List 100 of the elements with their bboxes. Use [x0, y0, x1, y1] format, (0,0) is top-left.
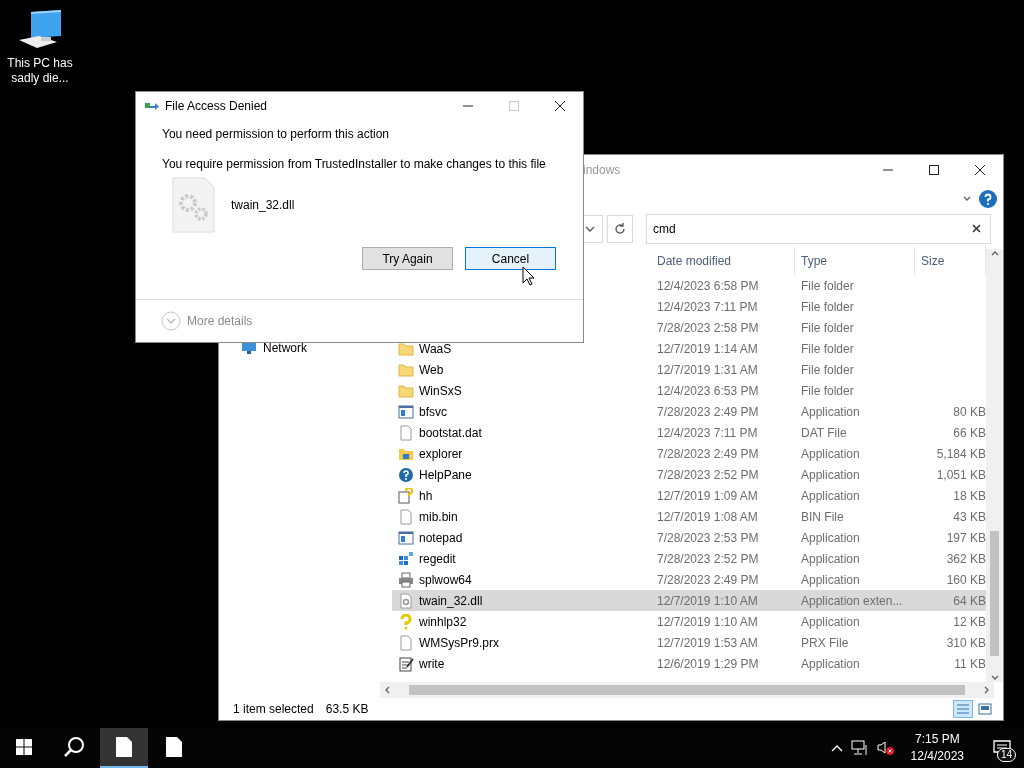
network-icon[interactable] [850, 740, 869, 756]
file-type: Application [800, 614, 861, 629]
date-modified: 12/4/2023 7:11 PM [656, 299, 759, 314]
date-modified: 12/7/2019 1:08 AM [656, 509, 759, 524]
file-type: PRX File [800, 635, 850, 650]
file-size: 160 KB [945, 572, 986, 587]
windows-icon[interactable] [16, 739, 32, 755]
file-row[interactable]: hh 12/7/2019 1:09 AM Application 18 KB [392, 485, 986, 506]
chevron-down-icon[interactable] [585, 226, 595, 232]
file-type: File folder [800, 341, 855, 356]
file-row[interactable]: WaaS 12/7/2019 1:14 AM File folder [392, 338, 986, 359]
file-name: Web [419, 362, 444, 377]
close-icon[interactable] [555, 101, 565, 111]
dialog-title: File Access Denied [165, 99, 268, 113]
file-type: Application [800, 572, 861, 587]
folder-icon [398, 361, 414, 378]
dialog-message: You require permission from TrustedInstaller to make changes to this file [162, 157, 547, 171]
vertical-scrollbar[interactable] [986, 249, 1003, 682]
file-type: Application [800, 467, 861, 482]
folder-icon [398, 382, 414, 399]
selection-count: 1 item selected [233, 702, 314, 716]
muted-speaker-icon[interactable] [876, 740, 895, 756]
notification-button[interactable]: 14 [980, 728, 1024, 768]
clock[interactable]: 7:15 PM 12/4/2023 [902, 731, 972, 765]
date-modified: 12/7/2019 1:14 AM [656, 341, 759, 356]
file-row[interactable]: mib.bin 12/7/2019 1:08 AM BIN File 43 KB [392, 506, 986, 527]
file-row[interactable]: regedit 7/28/2023 2:52 PM Application 362 KB [392, 548, 986, 569]
dialog-button[interactable]: Try Again [362, 247, 453, 270]
file-row[interactable]: bfsvc 7/28/2023 2:49 PM Application 80 KB [392, 401, 986, 422]
scroll-right-icon[interactable] [982, 686, 990, 694]
date-modified: 12/7/2019 1:10 AM [656, 593, 759, 608]
scroll-left-icon[interactable] [384, 686, 392, 694]
close-icon[interactable] [975, 165, 985, 175]
question-mark-icon [398, 613, 414, 630]
file-size: 11 KB [953, 656, 986, 671]
maximize-icon[interactable] [929, 165, 939, 175]
file-size: 310 KB [945, 635, 986, 650]
document-icon[interactable] [166, 737, 182, 757]
help-icon[interactable] [979, 190, 997, 208]
settings-file-icon [398, 592, 414, 609]
file-row[interactable]: explorer 7/28/2023 2:49 PM Application 5,184 KB [392, 443, 986, 464]
file-row[interactable]: twain_32.dll 12/7/2019 1:10 AM Application exten... 64 KB [392, 590, 986, 611]
file-row[interactable]: HelpPane 7/28/2023 2:52 PM Application 1,051 KB [392, 464, 986, 485]
file-type: Application [800, 551, 861, 566]
file-row[interactable]: splwow64 7/28/2023 2:49 PM Application 160 KB [392, 569, 986, 590]
scroll-thumb[interactable] [409, 685, 965, 695]
cursor-icon [522, 266, 535, 286]
file-row[interactable]: WinSxS 12/4/2023 6:53 PM File folder [392, 380, 986, 401]
date-modified: 12/4/2023 6:58 PM [656, 278, 760, 293]
file-name: regedit [419, 551, 456, 566]
document-icon [398, 424, 414, 441]
date-modified: 7/28/2023 2:49 PM [656, 404, 760, 419]
refresh-button[interactable] [607, 215, 633, 243]
file-size: 43 KB [952, 509, 986, 524]
folder-icon [398, 340, 414, 357]
file-row[interactable]: bootstat.dat 12/4/2023 7:11 PM DAT File 66 KB [392, 422, 986, 443]
document-icon [398, 508, 414, 525]
file-transfer-icon [145, 101, 159, 111]
file-type: Application exten... [800, 593, 904, 608]
chevron-up-icon[interactable] [830, 744, 843, 752]
search-field[interactable]: cmd [646, 214, 991, 244]
search-icon[interactable] [63, 736, 85, 758]
clear-icon[interactable] [972, 224, 981, 233]
notification-icon[interactable] [993, 740, 1011, 756]
file-row[interactable]: Web 12/7/2019 1:31 AM File folder [392, 359, 986, 380]
file-row[interactable]: write 12/6/2019 1:29 PM Application 11 KB [392, 653, 986, 674]
dialog-button[interactable]: Cancel [465, 247, 556, 270]
file-row[interactable]: WMSysPr9.prx 12/7/2019 1:53 AM PRX File 310 KB [392, 632, 986, 653]
file-type: Application [800, 656, 861, 671]
document-icon [398, 634, 414, 651]
file-size: 12 KB [952, 614, 986, 629]
nav-item[interactable]: Network [263, 341, 307, 355]
scroll-down-icon[interactable] [990, 674, 999, 682]
file-type: File folder [800, 362, 855, 377]
date-modified: 7/28/2023 2:58 PM [656, 320, 760, 335]
scroll-up-icon[interactable] [990, 249, 999, 257]
column-header[interactable]: Type [795, 247, 915, 275]
file-type: Application [800, 446, 861, 461]
file-type: File folder [800, 278, 855, 293]
dialog-heading: You need permission to perform this action [162, 127, 390, 141]
file-name: splwow64 [419, 572, 472, 587]
file-name: WaaS [419, 341, 452, 356]
more-details-link[interactable]: More details [187, 314, 253, 328]
column-header[interactable]: Date modified [651, 247, 795, 275]
horizontal-scrollbar[interactable] [380, 682, 994, 698]
file-row[interactable]: winhlp32 12/7/2019 1:10 AM Application 12 KB [392, 611, 986, 632]
document-icon[interactable] [116, 737, 132, 757]
expand-ribbon-icon[interactable] [963, 195, 971, 203]
date-modified: 7/28/2023 2:49 PM [656, 572, 760, 587]
taskbar-app-button[interactable] [100, 728, 148, 768]
file-type: BIN File [800, 509, 845, 524]
file-row[interactable]: notepad 7/28/2023 2:53 PM Application 197 KB [392, 527, 986, 548]
date-modified: 7/28/2023 2:49 PM [656, 446, 760, 461]
scroll-thumb[interactable] [990, 531, 999, 656]
desktop-icon-label[interactable]: This PC has sadly die... [2, 56, 78, 86]
network-icon [241, 341, 257, 355]
date-modified: 12/7/2019 1:53 AM [656, 635, 759, 650]
file-name: WinSxS [419, 383, 462, 398]
date-modified: 12/7/2019 1:10 AM [656, 614, 759, 629]
refresh-icon[interactable] [613, 222, 627, 236]
